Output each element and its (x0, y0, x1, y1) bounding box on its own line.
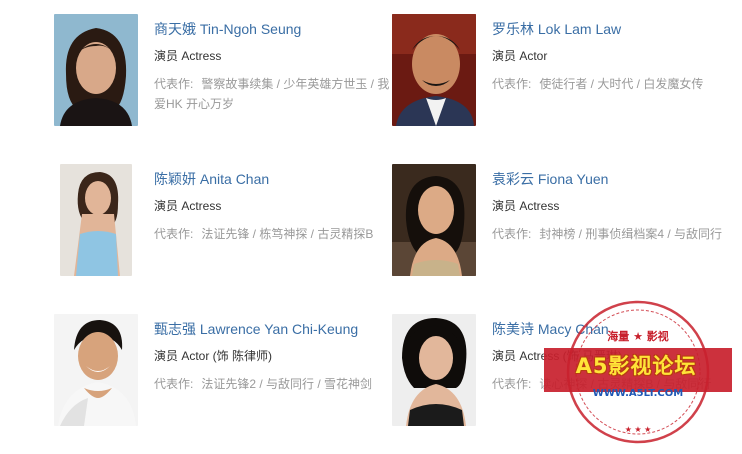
portrait-image (392, 14, 476, 126)
cast-card: 陈美诗 Macy Chan 演员 Actress (饰 马晋琳) 代表作: 读心神… (392, 314, 732, 444)
cast-name-link[interactable]: 甄志强 Lawrence Yan Chi-Keung (154, 320, 394, 338)
cast-role: 演员 Actor (饰 陈律师) (154, 349, 273, 363)
works-label: 代表作: (492, 377, 532, 391)
cast-works: 代表作: 法证先锋 / 栋笃神探 / 古灵精探B (154, 224, 394, 244)
portrait-image (60, 164, 132, 276)
works-list: 法证先锋2 / 与敌同行 / 雪花神剑 (201, 377, 373, 391)
cast-works: 代表作: 使徒行者 / 大时代 / 白发魔女传 (492, 74, 732, 94)
cast-photo[interactable] (54, 14, 138, 126)
works-label: 代表作: (492, 227, 532, 241)
portrait-image (392, 314, 476, 426)
portrait-image (54, 14, 138, 126)
works-label: 代表作: (492, 77, 532, 91)
works-list: 法证先锋 / 栋笃神探 / 古灵精探B (201, 227, 374, 241)
cast-name-link[interactable]: 商天娥 Tin-Ngoh Seung (154, 20, 394, 38)
works-list: 读心神探 / 古灵精探B / 与敌同行 (539, 377, 712, 391)
cast-role: 演员 Actress (饰 马晋琳) (492, 349, 623, 363)
cast-photo[interactable] (392, 314, 476, 426)
works-list: 使徒行者 / 大时代 / 白发魔女传 (539, 77, 704, 91)
cast-works: 代表作: 封神榜 / 刑事侦缉档案4 / 与敌同行 (492, 224, 732, 244)
cast-photo[interactable] (60, 164, 132, 276)
cast-role: 演员 Actress (154, 199, 222, 213)
portrait-image (54, 314, 138, 426)
works-label: 代表作: (154, 377, 194, 391)
cast-role: 演员 Actress (154, 49, 222, 63)
cast-card: 甄志强 Lawrence Yan Chi-Keung 演员 Actor (饰 陈… (54, 314, 394, 444)
cast-name-link[interactable]: 罗乐林 Lok Lam Law (492, 20, 732, 38)
works-label: 代表作: (154, 227, 194, 241)
cast-name-link[interactable]: 陈颖妍 Anita Chan (154, 170, 394, 188)
cast-role: 演员 Actor (492, 49, 548, 63)
works-label: 代表作: (154, 77, 194, 91)
portrait-image (392, 164, 476, 276)
cast-card: 袁彩云 Fiona Yuen 演员 Actress 代表作: 封神榜 / 刑事侦缉… (392, 164, 732, 294)
works-list: 封神榜 / 刑事侦缉档案4 / 与敌同行 (539, 227, 723, 241)
cast-works: 代表作: 法证先锋2 / 与敌同行 / 雪花神剑 (154, 374, 394, 394)
cast-card: 罗乐林 Lok Lam Law 演员 Actor 代表作: 使徒行者 / 大时代 … (392, 14, 732, 144)
cast-works: 代表作: 警察故事续集 / 少年英雄方世玉 / 我爱HK 开心万岁 (154, 74, 394, 114)
cast-photo[interactable] (392, 164, 476, 276)
cast-role: 演员 Actress (492, 199, 560, 213)
cast-card: 商天娥 Tin-Ngoh Seung 演员 Actress 代表作: 警察故事续集… (54, 14, 394, 144)
cast-name-link[interactable]: 袁彩云 Fiona Yuen (492, 170, 732, 188)
cast-works: 代表作: 读心神探 / 古灵精探B / 与敌同行 (492, 374, 732, 394)
cast-name-link[interactable]: 陈美诗 Macy Chan (492, 320, 732, 338)
cast-photo[interactable] (392, 14, 476, 126)
cast-photo[interactable] (54, 314, 138, 426)
cast-card: 陈颖妍 Anita Chan 演员 Actress 代表作: 法证先锋 / 栋笃神… (54, 164, 394, 294)
